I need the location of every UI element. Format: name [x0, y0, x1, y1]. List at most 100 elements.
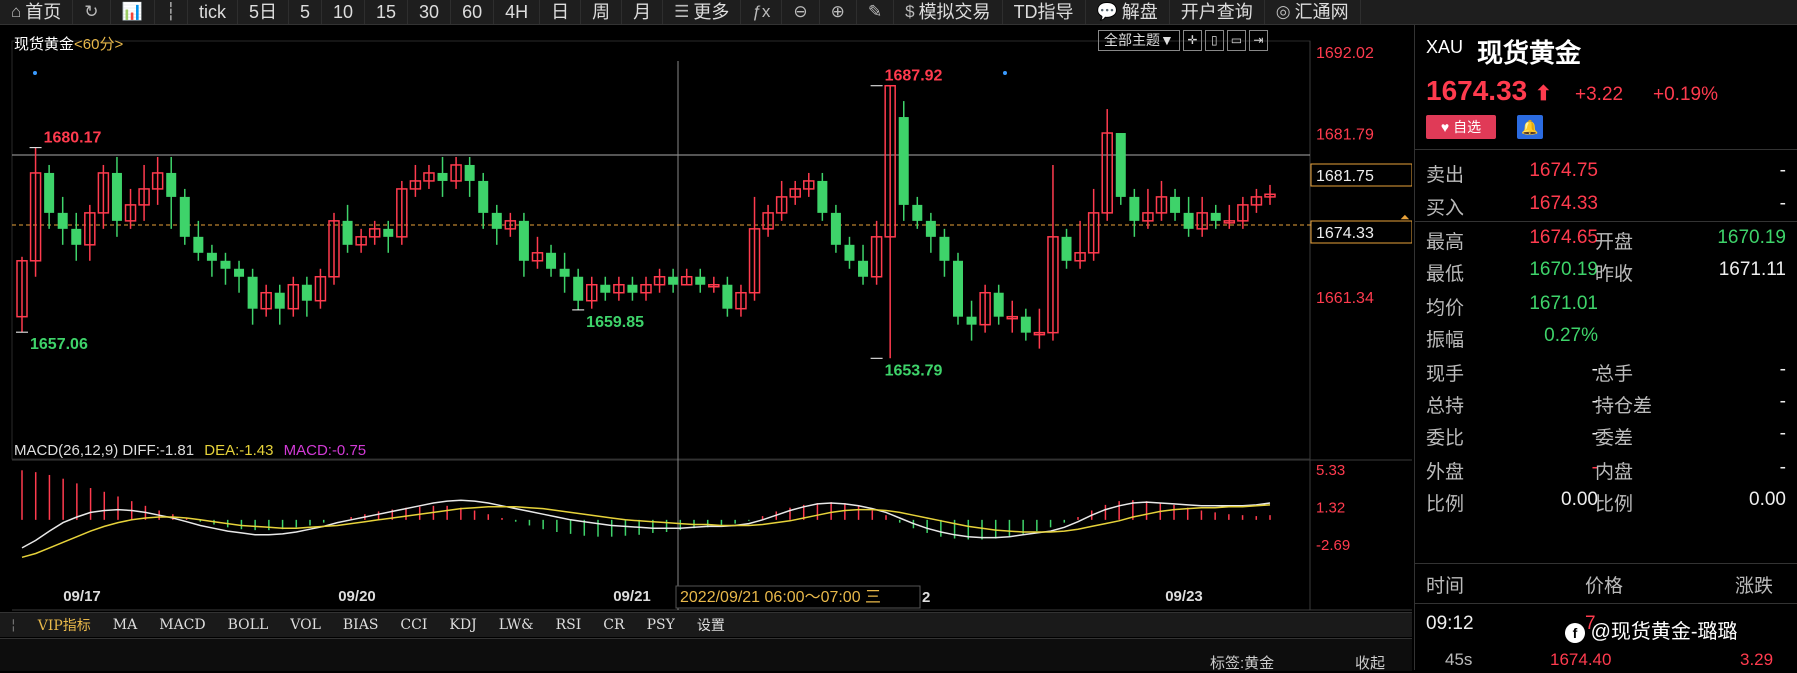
quote-label2: 昨收 [1595, 264, 1634, 285]
candle-body [1170, 196, 1181, 213]
toolbar-icon-19: ✎ [867, 2, 883, 21]
toolbar-item-16[interactable]: ƒx [741, 0, 783, 24]
toolbar-item-15[interactable]: ☰ 更多 [663, 0, 742, 24]
quote-label: 卖出 [1426, 165, 1465, 186]
toolbar-item-6[interactable]: 5 [289, 0, 322, 24]
quote-code: XAU [1426, 37, 1464, 57]
quote-value2: - [1779, 423, 1786, 444]
toolbar-label-10: 60 [462, 2, 483, 22]
toolbar-icon-18: ⊕ [830, 2, 845, 21]
indicator-tab-5[interactable]: BIAS [332, 617, 390, 633]
candle-body [858, 260, 869, 277]
tabs-handle[interactable]: ¦ [0, 617, 27, 633]
candle-body [695, 276, 706, 285]
last-price-marker-icon: ⏶ [1400, 210, 1410, 224]
candle-body [234, 268, 245, 277]
chart-title-period[interactable]: <60分> [74, 36, 123, 53]
last-price-label: 1674.33 [1316, 225, 1374, 242]
divider [1415, 149, 1797, 150]
indicator-tab-1[interactable]: MA [102, 617, 148, 633]
indicator-tab-3[interactable]: BOLL [217, 617, 280, 633]
quote-label: 买入 [1426, 198, 1465, 219]
toolbar-item-24[interactable]: ◎ 汇通网 [1265, 0, 1361, 24]
toolbar-item-9[interactable]: 30 [408, 0, 452, 24]
candle-body [966, 316, 977, 325]
toolbar-item-19[interactable]: ✎ [857, 0, 895, 24]
indicator-tab-7[interactable]: KDJ [438, 617, 487, 633]
indicator-tab-0[interactable]: VIP指标 [27, 615, 102, 635]
indicator-tab-4[interactable]: VOL [279, 617, 332, 633]
toolbar-item-20[interactable]: $ 模拟交易 [894, 0, 1003, 24]
indicator-tab-12[interactable]: 设置 [686, 615, 736, 635]
toolbar-item-8[interactable]: 15 [365, 0, 409, 24]
extreme-price-mark: 1657.06 [30, 336, 88, 353]
quote-value: 1674.65 [1529, 227, 1598, 248]
extreme-price-mark: 1653.79 [885, 362, 943, 379]
quote-value2: - [1779, 160, 1786, 181]
toolbar-item-3[interactable]: ┆ [155, 0, 188, 24]
crosshair-tool-icon[interactable]: ✛ [1182, 30, 1202, 51]
toolbar-item-13[interactable]: 周 [581, 0, 623, 24]
toolbar-item-2[interactable]: 📊 [111, 0, 155, 24]
toolbar-label-14: 月 [633, 2, 652, 22]
toolbar-item-22[interactable]: 💬 解盘 [1086, 0, 1170, 24]
time-tooltip: 2022/09/21 06:00～07:00 三 [680, 589, 881, 606]
bell-icon[interactable]: 🔔 [1517, 115, 1543, 139]
layout-tool-icon[interactable]: ▯ [1204, 30, 1224, 51]
indicator-tab-9[interactable]: RSI [545, 617, 593, 633]
toolbar-item-14[interactable]: 月 [622, 0, 664, 24]
kline-chart-area[interactable]: 1692.02 1681.79 1661.34 1681.75 1674.33 ⏶ 1680… [0, 25, 1412, 635]
kline-svg[interactable]: 1692.02 1681.79 1661.34 1681.75 1674.33 ⏶ 1680… [0, 25, 1412, 635]
candle-body [491, 212, 502, 229]
toolbar-item-18[interactable]: ⊕ [820, 0, 857, 24]
candle-body [722, 284, 733, 309]
toolbar-item-11[interactable]: 4H [494, 0, 541, 24]
jump-end-icon[interactable]: ⇥ [1248, 30, 1268, 51]
toolbar-label-4: tick [198, 2, 226, 22]
candle-body [111, 172, 122, 221]
toolbar-icon-2: 📊 [121, 2, 143, 21]
toolbar-icon-3: ┆ [165, 2, 176, 21]
toolbar-item-23[interactable]: 开户查询 [1170, 0, 1265, 24]
trade-header-change: 涨跌 [1735, 576, 1774, 597]
indicator-tab-2[interactable]: MACD [148, 617, 216, 633]
toolbar-label-5: 5日 [248, 2, 277, 22]
toolbar-label-22: 解盘 [1121, 2, 1158, 22]
indicator-tab-8[interactable]: LW& [488, 617, 545, 633]
candle-body [546, 252, 557, 269]
candle-body [1129, 196, 1140, 221]
indicator-tab-11[interactable]: PSY [636, 617, 686, 633]
marker-dot [1003, 71, 1007, 75]
toolbar-item-4[interactable]: tick [188, 0, 238, 24]
candle-body [166, 172, 177, 197]
theme-select[interactable]: 全部主题▼ [1098, 30, 1180, 51]
candle-body [179, 196, 190, 237]
toolbar-item-1[interactable]: ↻ [73, 0, 111, 24]
toolbar-item-12[interactable]: 日 [540, 0, 582, 24]
toolbar-label-13: 周 [592, 2, 611, 22]
toolbar-item-5[interactable]: 5日 [238, 0, 289, 24]
candle-body [383, 228, 394, 237]
quote-label: 比例 [1426, 494, 1465, 515]
chart-frame [11, 40, 1311, 460]
indicator-tab-6[interactable]: CCI [389, 617, 438, 633]
toolbar-item-10[interactable]: 60 [451, 0, 495, 24]
window-tool-icon[interactable]: ▭ [1226, 30, 1246, 51]
indicator-tab-10[interactable]: CR [592, 617, 635, 633]
chart-title: 现货黄金<60分> [14, 33, 123, 54]
macd-value: MACD:-0.75 [283, 442, 367, 459]
add-favorite-button[interactable]: ♥ 自选 [1426, 115, 1496, 139]
candle-body [1210, 212, 1221, 221]
quote-value2: - [1779, 391, 1786, 412]
quote-value2: - [1779, 457, 1786, 478]
toolbar-item-21[interactable]: TD指导 [1003, 0, 1086, 24]
toolbar-item-0[interactable]: ⌂ 首页 [0, 0, 74, 24]
candle-body [1183, 212, 1194, 229]
toolbar-icon-1: ↻ [84, 2, 99, 21]
toolbar-item-7[interactable]: 10 [322, 0, 366, 24]
candle-body [478, 180, 489, 213]
toolbar-item-17[interactable]: ⊖ [782, 0, 820, 24]
quote-value: 1674.33 [1529, 193, 1598, 214]
toolbar-icon-22: 💬 [1096, 2, 1118, 21]
quote-name: 现货黄金 [1477, 39, 1582, 69]
